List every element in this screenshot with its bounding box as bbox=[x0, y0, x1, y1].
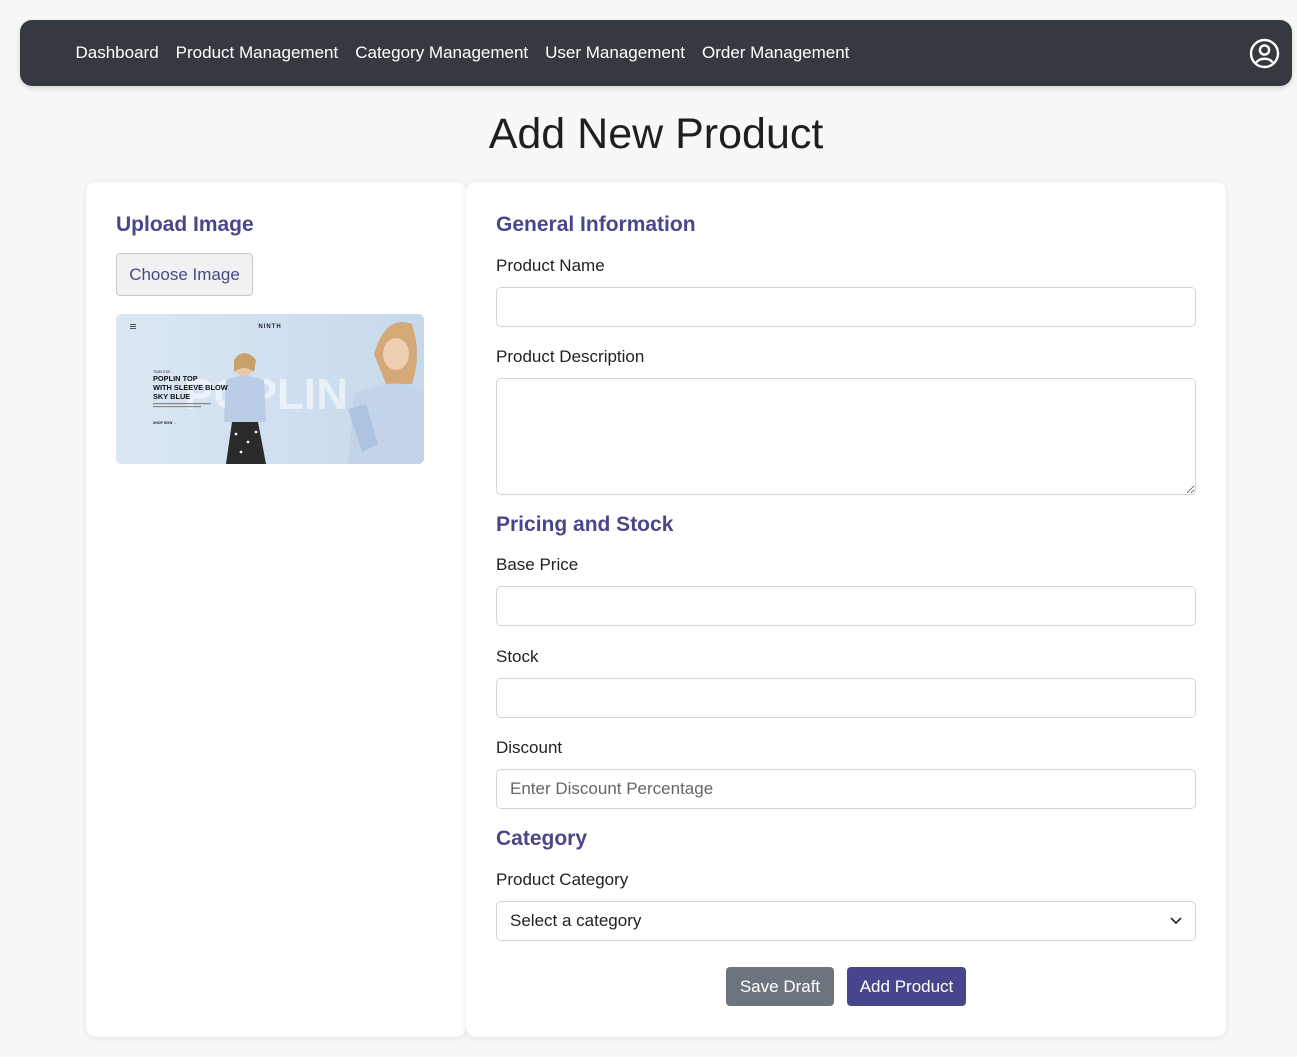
product-name-label: Product Name bbox=[496, 256, 605, 275]
product-name-input[interactable] bbox=[496, 287, 1196, 327]
base-price-label: Base Price bbox=[496, 555, 579, 574]
preview-headline-2: WITH SLEEVE BLOW bbox=[153, 383, 228, 392]
choose-image-button[interactable]: Choose Image bbox=[116, 253, 253, 296]
product-form-card: General Information Product Name Product… bbox=[466, 182, 1226, 1037]
stock-input[interactable] bbox=[496, 678, 1196, 718]
category-select[interactable]: Select a category bbox=[496, 901, 1196, 941]
nav-dashboard[interactable]: Dashboard bbox=[76, 43, 159, 63]
chevron-down-icon bbox=[1170, 912, 1182, 930]
discount-input[interactable] bbox=[496, 769, 1196, 809]
general-info-title: General Information bbox=[496, 213, 696, 236]
save-draft-button[interactable]: Save Draft bbox=[726, 967, 834, 1006]
stock-label: Stock bbox=[496, 647, 539, 666]
product-category-label: Product Category bbox=[496, 870, 629, 889]
nav-product-management[interactable]: Product Management bbox=[176, 43, 339, 63]
preview-brand: NINTH bbox=[258, 324, 281, 330]
preview-watermark: POPLIN bbox=[184, 370, 348, 419]
product-description-label: Product Description bbox=[496, 347, 645, 366]
nav-order-management[interactable]: Order Management bbox=[702, 43, 849, 63]
discount-label: Discount bbox=[496, 738, 563, 757]
nav-user-management[interactable]: User Management bbox=[545, 43, 685, 63]
product-description-textarea[interactable] bbox=[496, 378, 1196, 495]
nav-links: Dashboard Product Management Category Ma… bbox=[67, 43, 858, 63]
top-navbar: Dashboard Product Management Category Ma… bbox=[20, 20, 1292, 86]
preview-headline-3: SKY BLUE bbox=[153, 392, 190, 401]
preview-cta: SHOP NOW → bbox=[153, 421, 177, 425]
base-price-input[interactable] bbox=[496, 586, 1196, 626]
image-preview: POPLIN NINTH TIMELESS POPLIN TOP WITH SL… bbox=[116, 314, 424, 464]
user-circle-icon[interactable] bbox=[1249, 38, 1280, 69]
pricing-stock-title: Pricing and Stock bbox=[496, 513, 674, 536]
upload-card: Upload Image Choose Image POPLIN NINTH T… bbox=[86, 182, 466, 1037]
add-product-button[interactable]: Add Product bbox=[847, 967, 966, 1006]
page-title: Add New Product bbox=[488, 110, 824, 158]
category-title: Category bbox=[496, 827, 588, 850]
nav-category-management[interactable]: Category Management bbox=[355, 43, 528, 63]
category-select-value: Select a category bbox=[510, 911, 642, 930]
upload-title: Upload Image bbox=[116, 213, 254, 236]
preview-headline-1: POPLIN TOP bbox=[153, 374, 198, 383]
